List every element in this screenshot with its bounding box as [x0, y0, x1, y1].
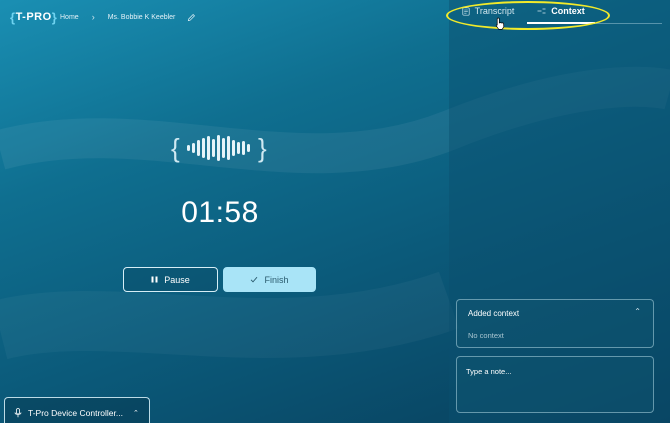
added-context-card: Added context ⌃ No context: [456, 299, 654, 348]
edit-icon[interactable]: [187, 13, 196, 22]
pause-button-label: Pause: [164, 274, 190, 285]
tpro-logo[interactable]: {T-PRO}: [8, 9, 59, 25]
breadcrumb-patient-name: Ms. Bobbie K Keebler: [107, 13, 176, 21]
note-input[interactable]: [456, 356, 654, 413]
check-icon: [251, 276, 258, 283]
pointer-cursor-icon: [495, 17, 505, 30]
chevron-up-icon: ⌃: [132, 409, 139, 417]
chevron-right-icon: ›: [91, 12, 95, 22]
no-context-text: No context: [468, 331, 504, 340]
collapse-chevron-icon[interactable]: ⌃: [634, 307, 641, 316]
breadcrumb-home-link[interactable]: Home: [60, 14, 79, 21]
finish-button-label: Finish: [264, 274, 289, 285]
microphone-icon: [14, 407, 22, 417]
tab-highlight-ellipse: [446, 1, 610, 30]
device-controller-button[interactable]: T-Pro Device Controller... ⌃: [4, 397, 150, 423]
finish-button[interactable]: Finish: [223, 267, 316, 292]
svg-text:{: {: [171, 133, 180, 163]
waveform-icon: { }: [171, 133, 267, 163]
recording-timer: 01:58: [181, 196, 259, 229]
pause-icon: [151, 276, 158, 283]
breadcrumb: Home › Ms. Bobbie K Keebler: [60, 12, 196, 22]
svg-text:}: }: [258, 133, 267, 163]
pause-button[interactable]: Pause: [123, 267, 218, 292]
added-context-title: Added context: [468, 309, 520, 318]
device-controller-label: T-Pro Device Controller...: [28, 407, 123, 418]
